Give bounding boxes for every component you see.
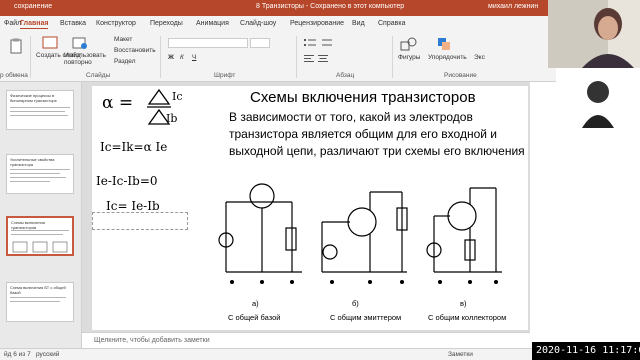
section-button[interactable]: Раздел xyxy=(114,58,135,65)
group-slides-label: Слайды xyxy=(86,72,111,79)
slide-counter: йд 6 из 7 xyxy=(4,351,31,358)
bold-button[interactable]: Ж xyxy=(168,54,174,61)
slide-title[interactable]: Схемы включения транзисторов xyxy=(250,89,476,106)
language-indicator[interactable]: русский xyxy=(36,351,59,358)
notes-toggle-button[interactable]: Заметки xyxy=(448,351,473,358)
tab-slideshow[interactable]: Слайд-шоу xyxy=(240,20,276,27)
title-bar: сохранение 8 Транзисторы - Сохранено в э… xyxy=(0,0,640,16)
thumbnail-slide[interactable]: Физические процессы в биполярном транзис… xyxy=(6,90,74,130)
document-title: 8 Транзисторы - Сохранено в этот компьют… xyxy=(256,3,405,10)
paste-icon[interactable] xyxy=(8,38,24,56)
timestamp-overlay: 2020-11-16 11:17:02 xyxy=(532,342,640,360)
ic-label: Ic xyxy=(172,90,183,103)
tab-file[interactable]: Файл xyxy=(4,20,21,27)
arrange-icon[interactable] xyxy=(436,36,452,54)
webcam-feed-participant xyxy=(556,68,640,128)
label-common-emitter: С общим эмиттером xyxy=(330,313,402,322)
tab-review[interactable]: Рецензирование xyxy=(290,20,344,27)
font-size-field[interactable] xyxy=(250,38,270,48)
slide-thumbnails-panel[interactable]: Физические процессы в биполярном транзис… xyxy=(0,82,82,348)
thumbnail-slide[interactable]: Усилительные свойства транзистора xyxy=(6,154,74,194)
quick-styles-button[interactable]: Экс xyxy=(474,54,485,61)
caption-c: в) xyxy=(460,299,467,308)
tab-insert[interactable]: Вставка xyxy=(60,20,86,27)
italic-button[interactable]: К xyxy=(180,54,184,61)
underline-button[interactable]: Ч xyxy=(192,54,196,61)
group-paragraph-label: Абзац xyxy=(336,72,355,79)
group-font-label: Шрифт xyxy=(214,72,236,79)
ib-label: Ib xyxy=(166,112,178,125)
notes-placeholder[interactable]: Щелкните, чтобы добавить заметки xyxy=(94,337,210,344)
thumbnail-title: Схема включения БТ с общей базой xyxy=(10,285,66,295)
autosave-label[interactable]: сохранение xyxy=(14,3,52,10)
equation-ic-ik: Ic=Ik=α Ie xyxy=(100,140,168,154)
equation-kirchhoff: Ie-Ic-Ib=0 xyxy=(96,174,158,188)
thumbnail-slide-selected[interactable]: Схемы включения транзисторов xyxy=(6,216,74,256)
tab-view[interactable]: Вид xyxy=(352,20,365,27)
alpha-equation: α = xyxy=(102,93,134,113)
label-common-base: С общей базой xyxy=(228,313,281,322)
arrange-button[interactable]: Упорядочить xyxy=(428,54,467,61)
tab-transitions[interactable]: Переходы xyxy=(150,20,183,27)
align-icon[interactable] xyxy=(304,54,344,66)
notes-pane[interactable]: Щелкните, чтобы добавить заметки xyxy=(82,332,530,348)
layout-button[interactable]: Макет xyxy=(114,36,132,43)
reuse-slides-icon[interactable] xyxy=(72,36,88,52)
new-slide-icon[interactable] xyxy=(42,36,58,52)
thumbnail-slide[interactable]: Схема включения БТ с общей базой xyxy=(6,282,74,322)
ribbon-tabs: Файл Главная Вставка Конструктор Переход… xyxy=(0,16,640,32)
bullets-icon[interactable] xyxy=(304,38,344,50)
group-drawing-label: Рисование xyxy=(444,72,477,79)
shapes-button[interactable]: Фигуры xyxy=(398,54,420,61)
reuse-slides-button[interactable]: Использовать повторно xyxy=(64,52,106,66)
ribbon: Создать слайд Использовать повторно Маке… xyxy=(0,32,640,82)
shapes-icon[interactable] xyxy=(400,36,418,54)
transistor-circuits-diagram xyxy=(218,183,502,284)
font-name-field[interactable] xyxy=(168,38,248,48)
thumbnail-title: Схемы включения транзисторов xyxy=(11,220,45,230)
thumbnail-title: Физические процессы в биполярном транзис… xyxy=(10,93,57,103)
tab-design[interactable]: Конструктор xyxy=(96,20,136,27)
label-common-collector: С общим коллектором xyxy=(428,313,507,322)
caption-a: а) xyxy=(252,299,259,308)
reset-button[interactable]: Восстановить xyxy=(114,47,156,54)
user-name[interactable]: михаил лежнин xyxy=(488,3,538,10)
caption-b: б) xyxy=(352,299,359,308)
tab-animation[interactable]: Анимация xyxy=(196,20,229,27)
slide-body-text[interactable]: В зависимости от того, какой из электрод… xyxy=(229,109,529,160)
webcam-feed-presenter xyxy=(548,0,640,68)
equation-ic: Ic= Ie-Ib xyxy=(106,199,160,213)
group-clipboard-label: р обмена xyxy=(0,72,28,79)
tab-help[interactable]: Справка xyxy=(378,20,405,27)
thumbnail-title: Усилительные свойства транзистора xyxy=(10,157,55,167)
tab-home[interactable]: Главная xyxy=(20,20,49,29)
selected-textbox[interactable] xyxy=(92,212,188,230)
